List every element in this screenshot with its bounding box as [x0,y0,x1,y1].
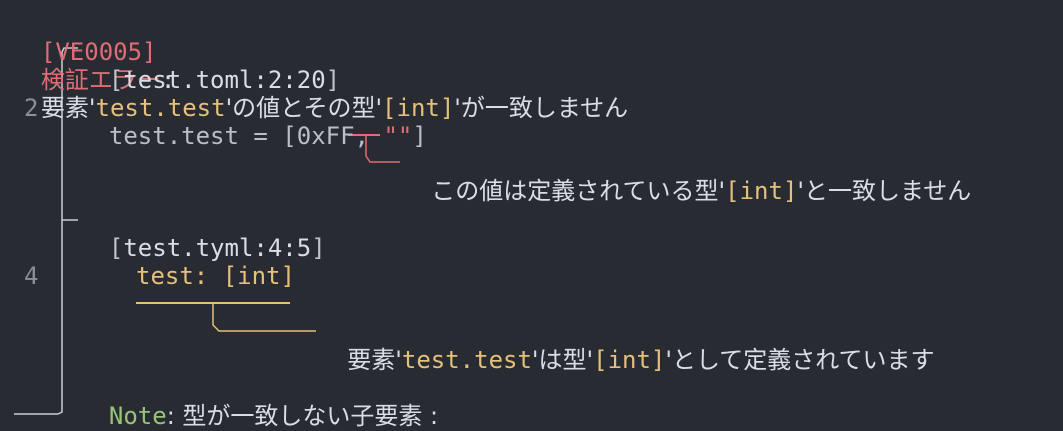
annotation-1-type: [int] [725,177,798,205]
note-text: : 型が一致しない子要素 : [166,402,439,430]
code-line-2: test.test = [0xFF, ""] [80,94,427,150]
bracket-close: ] [325,66,341,94]
annotation-1-post: 'と一致しません [797,177,972,205]
location-2-header: [test.tyml:4:5] [80,206,326,262]
note-line: Note: 型が一致しない子要素 : [80,374,438,430]
annotation-2-type: [int] [593,346,666,374]
annotation-2-pre: 要素' [347,346,402,374]
code-string: "" [383,122,413,150]
bracket-close: ] [311,234,326,262]
annotation-2-key: test.test [401,346,532,374]
code-line-4: test: [int] [136,262,295,290]
code-pre: test.test = [0xFF, [108,122,384,150]
bracket-open: [ [108,234,124,262]
type-pointer [212,304,316,332]
code-post: ] [412,122,427,150]
annotation-2: 要素'test.test'は型'[int]'として定義されています [332,318,935,374]
annotation-2-mid: 'は型' [531,346,594,374]
annotation-1-pre: この値は定義されている型' [431,177,726,205]
error-msg-post: 'が一致しません [454,94,629,122]
note-label: Note [108,402,167,430]
location-2-path: test.tyml:4:5 [123,234,312,262]
bracket-open: [ [108,66,124,94]
annotation-1: この値は定義されている型'[int]'と一致しません [416,149,971,205]
location-1-path: test.toml:2:20 [123,66,326,94]
annotation-2-post: 'として定義されています [665,346,935,374]
line-number-4: 4 [24,262,39,290]
location-1-header: [test.toml:2:20] [80,38,340,94]
line-number-2: 2 [24,94,39,122]
